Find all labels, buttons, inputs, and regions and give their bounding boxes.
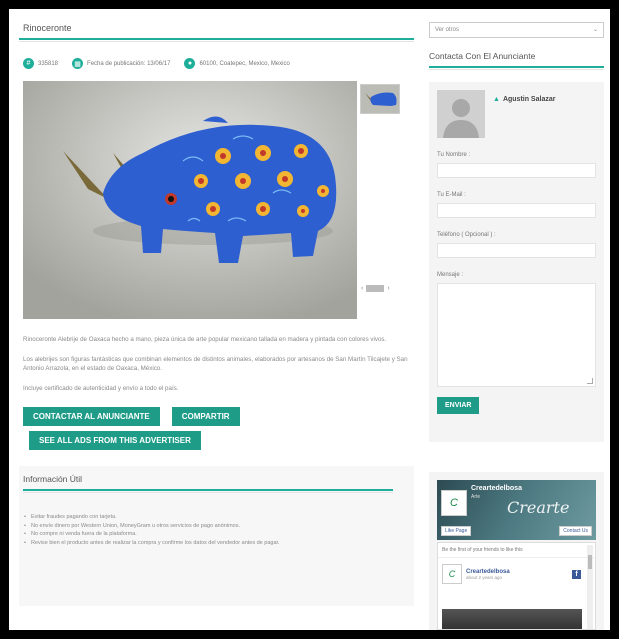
send-button[interactable]: ENVIAR: [437, 397, 480, 414]
sort-select-value: Ver otros: [435, 27, 460, 33]
main-product-image[interactable]: [23, 81, 357, 319]
message-label: Mensaje :: [437, 272, 464, 278]
description-paragraph: Rinoceronte Alebrije de Oaxaca hecho a m…: [23, 336, 387, 343]
facebook-feed: Be the first of your friends to like thi…: [437, 542, 596, 630]
facebook-widget: C Creartedelbosa Arte Crearte Like Page …: [429, 472, 604, 630]
location-pin-icon: ●: [184, 58, 196, 69]
gallery-pager[interactable]: ‹ ›: [361, 285, 390, 292]
useful-info-panel: Información Útil Evitar fraudes pagando …: [19, 466, 414, 606]
avatar: [437, 90, 485, 138]
calendar-icon: ▦: [72, 58, 84, 69]
pager-indicator: [366, 285, 385, 292]
user-icon: ▲: [493, 96, 500, 103]
post-time: about 2 years ago: [466, 574, 503, 580]
contact-form: ▲ Agustin Salazar Tu Nombre : Tu E-Mail …: [429, 82, 604, 442]
chevron-down-icon: ⌄: [592, 27, 598, 33]
list-item: No compre ni venda fuera de la plataform…: [23, 530, 410, 539]
listing-actions: CONTACTAR AL ANUNCIANTE COMPARTIR SEE AL…: [19, 407, 414, 450]
email-field[interactable]: [437, 203, 596, 218]
listing-id: 335818: [38, 60, 59, 67]
description-paragraph: Los alebrijes son figuras fantásticas qu…: [23, 355, 408, 373]
listing-location: 60100, Coatepec, Mexico, Mexico: [199, 60, 290, 67]
listing-meta: # 335818 ▦ Fecha de publicación: 13/06/1…: [19, 58, 414, 69]
post-photo[interactable]: [442, 609, 582, 629]
phone-field[interactable]: [437, 243, 596, 258]
listing-column: Rinoceronte # 335818 ▦ Fecha de publicac…: [19, 17, 414, 606]
sort-select[interactable]: Ver otros ⌄: [429, 22, 604, 38]
list-item: Evitar fraudes pagando con tarjeta.: [23, 513, 410, 522]
rhino-illustration: [23, 81, 357, 319]
chevron-left-icon[interactable]: ‹: [361, 285, 363, 292]
page-logo-icon: C: [441, 490, 467, 516]
thumbnail-rhino: [361, 85, 399, 113]
like-page-button[interactable]: Like Page: [441, 526, 472, 536]
name-label: Tu Nombre :: [437, 152, 471, 158]
facebook-cover[interactable]: C Creartedelbosa Arte Crearte Like Page …: [437, 480, 596, 540]
list-item: Revise bien el producto antes de realiza…: [23, 539, 410, 548]
advertiser-name[interactable]: ▲ Agustin Salazar: [493, 96, 555, 103]
facebook-icon: f: [572, 570, 581, 579]
post-author[interactable]: Creartedelbosa: [466, 569, 510, 575]
user-silhouette-icon: [437, 90, 485, 138]
gallery-thumbnail[interactable]: [360, 84, 400, 114]
description-paragraph: Incluye certificado de autenticidad y en…: [23, 384, 179, 392]
useful-info-title: Información Útil: [23, 474, 393, 493]
contact-advertiser-button[interactable]: CONTACTAR AL ANUNCIANTE: [23, 407, 160, 426]
friends-like-text: Be the first of your friends to like thi…: [438, 543, 595, 558]
contact-section-title: Contacta Con El Anunciante: [429, 46, 604, 70]
email-label: Tu E-Mail :: [437, 192, 466, 198]
name-field[interactable]: [437, 163, 596, 178]
listing-date: Fecha de publicación: 13/06/17: [87, 60, 171, 67]
facebook-page-name[interactable]: Creartedelbosa: [471, 485, 522, 492]
useful-info-list: Evitar fraudes pagando con tarjeta. No e…: [23, 513, 410, 547]
page-frame: Rinoceronte # 335818 ▦ Fecha de publicac…: [9, 9, 610, 630]
sidebar: Ver otros ⌄ Contacta Con El Anunciante ▲…: [429, 17, 604, 630]
message-textarea[interactable]: [437, 283, 596, 387]
phone-label: Teléfono ( Opcional ) :: [437, 232, 496, 238]
listing-description: Rinoceronte Alebrije de Oaxaca hecho a m…: [19, 335, 414, 393]
chevron-right-icon[interactable]: ›: [387, 285, 389, 292]
post-logo-icon: C: [442, 564, 462, 584]
cover-script-text: Crearte: [507, 498, 570, 517]
contact-us-button[interactable]: Contact Us: [559, 526, 592, 536]
listing-title: Rinoceronte: [19, 17, 414, 42]
facebook-page-sub: Arte: [471, 494, 481, 500]
feed-scrollbar[interactable]: [587, 545, 593, 629]
list-item: No envíe dinero por Western Union, Money…: [23, 522, 410, 531]
image-gallery: ‹ ›: [19, 81, 414, 325]
see-all-ads-button[interactable]: SEE ALL ADS FROM THIS ADVERTISER: [29, 431, 201, 450]
share-button[interactable]: COMPARTIR: [171, 407, 240, 426]
tag-icon: #: [23, 58, 34, 69]
